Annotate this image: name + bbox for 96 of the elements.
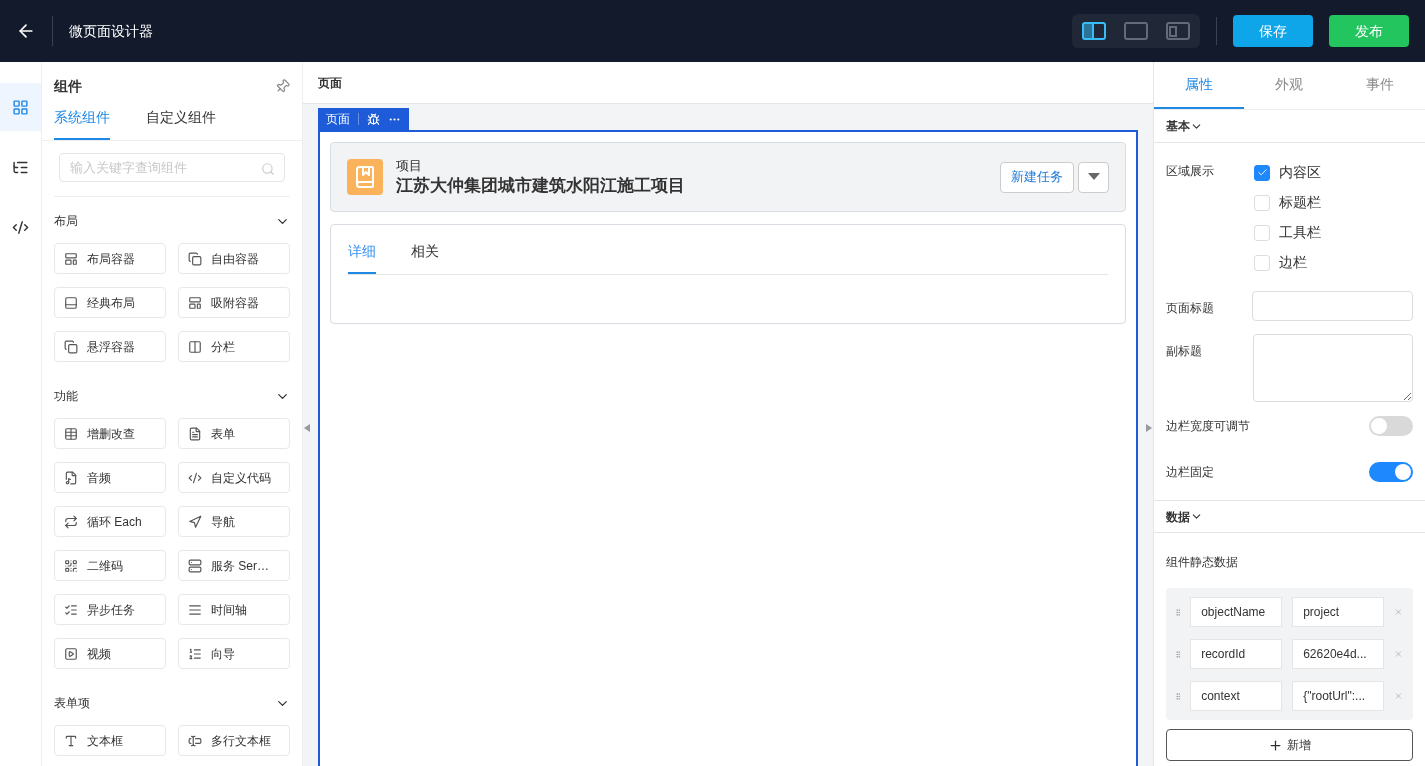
checkbox[interactable]: [1254, 164, 1270, 181]
key-field[interactable]: context: [1190, 681, 1283, 711]
qr-code-icon: [64, 558, 78, 573]
toggle-label: 边栏固定: [1166, 464, 1214, 481]
layout-view-icon: [1166, 22, 1190, 40]
component-item[interactable]: 增删改查: [54, 418, 166, 449]
value-field[interactable]: 62620e4d...: [1292, 639, 1385, 669]
component-item[interactable]: 音频: [54, 462, 166, 493]
panel-tab[interactable]: 自定义组件: [146, 107, 216, 140]
record-tab[interactable]: 相关: [411, 241, 439, 274]
component-item[interactable]: 循环 Each: [54, 506, 166, 537]
checkbox-label: 工具栏: [1279, 223, 1321, 242]
component-item[interactable]: 二维码: [54, 550, 166, 581]
layout-icon: [64, 251, 78, 266]
list-icon: [188, 558, 202, 573]
lines-icon: [188, 602, 202, 617]
component-item[interactable]: 自定义代码: [178, 462, 290, 493]
record-icon: [347, 159, 383, 195]
caret-icon: [1087, 173, 1100, 181]
component-item[interactable]: 悬浮容器: [54, 331, 166, 362]
field-label: 区域展示: [1166, 163, 1215, 180]
group-title: 表单项: [54, 695, 90, 712]
component-item[interactable]: 时间轴: [178, 594, 290, 625]
record-title: 江苏大仲集团城市建筑水阳江施工项目: [396, 174, 685, 196]
panel-icon: [188, 295, 202, 310]
text-icon: [64, 733, 78, 748]
page-title-field[interactable]: [1252, 291, 1413, 321]
container-icon: [64, 339, 78, 354]
plus-icon: [1268, 737, 1283, 753]
toggle-switch[interactable]: [1369, 462, 1413, 482]
navigation-icon: [188, 514, 202, 529]
add-button[interactable]: 新增: [1166, 729, 1413, 761]
steps-icon: [188, 646, 202, 661]
panel-title: 组件: [54, 77, 82, 96]
audio-file-icon: [64, 470, 78, 485]
inspector-tab[interactable]: 属性: [1154, 62, 1245, 109]
component-item[interactable]: 多行文本框: [178, 725, 290, 756]
component-item[interactable]: 吸附容器: [178, 287, 290, 318]
component-item[interactable]: 向导: [178, 638, 290, 669]
checklist-icon: [64, 602, 78, 617]
panel-tab[interactable]: 系统组件: [54, 107, 110, 140]
group-title: 布局: [54, 213, 78, 230]
key-field[interactable]: recordId: [1190, 639, 1283, 669]
app-title: 微页面设计器: [69, 21, 153, 41]
columns-icon: [188, 339, 202, 354]
layout-view-icon: [1124, 22, 1148, 40]
container-icon: [188, 251, 202, 266]
collapse-left-icon[interactable]: [304, 424, 310, 432]
frame-label-text: 页面: [326, 111, 350, 128]
component-item[interactable]: 自由容器: [178, 243, 290, 274]
section-title: 基本: [1166, 118, 1190, 135]
value-field[interactable]: project: [1292, 597, 1385, 627]
value-field[interactable]: {"rootUrl":...: [1292, 681, 1385, 711]
group-title: 功能: [54, 388, 78, 405]
component-item[interactable]: 异步任务: [54, 594, 166, 625]
components-tab[interactable]: [0, 83, 41, 131]
new-task-button[interactable]: 新建任务: [1000, 161, 1074, 193]
toggle-switch[interactable]: [1369, 416, 1413, 436]
toggle-label: 边栏宽度可调节: [1166, 418, 1250, 435]
check-icon: [1256, 167, 1268, 178]
component-item[interactable]: 导航: [178, 506, 290, 537]
field-label: 组件静态数据: [1165, 554, 1239, 571]
breadcrumb: 页面: [318, 74, 342, 92]
component-item[interactable]: 表单: [178, 418, 290, 449]
section-title: 数据: [1166, 508, 1190, 526]
loop-icon: [64, 514, 78, 529]
view-button[interactable]: [1082, 22, 1106, 40]
dropdown-button[interactable]: [1078, 161, 1109, 193]
checkbox-label: 标题栏: [1279, 193, 1321, 212]
subtitle-field[interactable]: [1253, 334, 1413, 402]
code-icon: [188, 470, 202, 485]
component-item[interactable]: 经典布局: [54, 287, 166, 318]
component-item[interactable]: 文本框: [54, 725, 166, 756]
form-icon: [188, 426, 202, 441]
layout-icon: [64, 295, 78, 310]
table-icon: [64, 426, 78, 441]
checkbox-label: 边栏: [1279, 253, 1307, 272]
inspector-tab[interactable]: 事件: [1334, 62, 1425, 109]
code-icon: [12, 218, 29, 236]
grid-icon: [12, 98, 29, 116]
checkbox-label: 内容区: [1279, 163, 1321, 182]
collapse-right-icon[interactable]: [1146, 424, 1152, 432]
record-type: 项目: [396, 158, 423, 175]
inspector-tab[interactable]: 外观: [1244, 62, 1335, 109]
component-item[interactable]: 分栏: [178, 331, 290, 362]
layout-view-icon: [1082, 22, 1106, 40]
key-field[interactable]: objectName: [1190, 597, 1283, 627]
field-label: 页面标题: [1166, 300, 1215, 317]
bug-icon[interactable]: [367, 112, 380, 126]
search-icon: [261, 162, 275, 176]
component-item[interactable]: 服务 Ser…: [178, 550, 290, 581]
component-item[interactable]: 布局容器: [54, 243, 166, 274]
textarea-icon: [188, 733, 202, 748]
field-label: 副标题: [1166, 343, 1203, 360]
video-icon: [64, 646, 78, 661]
component-item[interactable]: 视频: [54, 638, 166, 669]
